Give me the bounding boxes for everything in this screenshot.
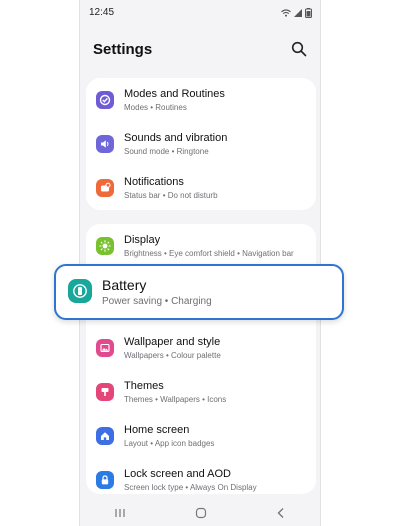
sun-icon [96, 237, 114, 255]
setting-title: Notifications [124, 176, 184, 188]
setting-item-battery[interactable]: Battery Power saving • Charging [54, 264, 344, 320]
battery-status-icon [305, 8, 312, 18]
setting-title: Modes and Routines [124, 88, 225, 100]
home-nav-icon[interactable] [195, 507, 207, 519]
page-title: Settings [93, 41, 153, 58]
setting-title: Wallpaper and style [124, 336, 221, 348]
search-icon[interactable] [291, 41, 307, 57]
setting-title: Lock screen and AOD [124, 468, 232, 480]
setting-item-display[interactable]: Display Brightness • Eye comfort shield … [86, 224, 316, 268]
battery-icon [68, 279, 92, 303]
setting-item-modes-routines[interactable]: Modes and Routines Modes • Routines [86, 78, 316, 122]
setting-subtitle: Modes • Routines [124, 103, 187, 112]
navigation-bar [80, 500, 320, 526]
setting-subtitle: Layout • App icon badges [124, 439, 215, 448]
status-bar: 12:45 [80, 0, 320, 26]
setting-subtitle: Wallpapers • Colour palette [124, 351, 221, 360]
setting-subtitle: Screen lock type • Always On Display [124, 483, 257, 492]
setting-item-themes[interactable]: Themes Themes • Wallpapers • Icons [86, 370, 316, 414]
setting-item-home-screen[interactable]: Home screen Layout • App icon badges [86, 414, 316, 458]
settings-group-3: Wallpaper and style Wallpapers • Colour … [86, 316, 316, 494]
status-time: 12:45 [89, 7, 115, 18]
bell-badge-icon [96, 179, 114, 197]
check-circle-icon [96, 91, 114, 109]
lock-icon [96, 471, 114, 489]
battery-title: Battery [102, 277, 147, 293]
wifi-icon [281, 9, 291, 17]
setting-item-sounds-vibration[interactable]: Sounds and vibration Sound mode • Ringto… [86, 122, 316, 166]
battery-subtitle: Power saving • Charging [102, 296, 212, 307]
signal-icon [294, 9, 302, 17]
home-icon [96, 427, 114, 445]
setting-item-notifications[interactable]: Notifications Status bar • Do not distur… [86, 166, 316, 210]
setting-subtitle: Status bar • Do not disturb [124, 191, 218, 200]
header: Settings [80, 30, 320, 70]
settings-group-1: Modes and Routines Modes • Routines Soun… [86, 78, 316, 210]
setting-item-wallpaper-style[interactable]: Wallpaper and style Wallpapers • Colour … [86, 326, 316, 370]
setting-subtitle: Brightness • Eye comfort shield • Naviga… [124, 249, 294, 258]
phone-screen: 12:45 Settings Modes and Routines Modes … [79, 0, 321, 526]
recent-apps-icon[interactable] [114, 508, 126, 518]
setting-subtitle: Themes • Wallpapers • Icons [124, 395, 227, 404]
setting-title: Home screen [124, 424, 190, 436]
setting-subtitle: Sound mode • Ringtone [124, 147, 209, 156]
speaker-icon [96, 135, 114, 153]
setting-title: Themes [124, 380, 164, 392]
back-icon[interactable] [276, 507, 286, 519]
image-icon [96, 339, 114, 357]
setting-item-lock-screen-aod[interactable]: Lock screen and AOD Screen lock type • A… [86, 458, 316, 502]
setting-title: Sounds and vibration [124, 132, 228, 144]
setting-title: Display [124, 234, 161, 246]
brush-icon [96, 383, 114, 401]
status-icons [281, 8, 312, 18]
